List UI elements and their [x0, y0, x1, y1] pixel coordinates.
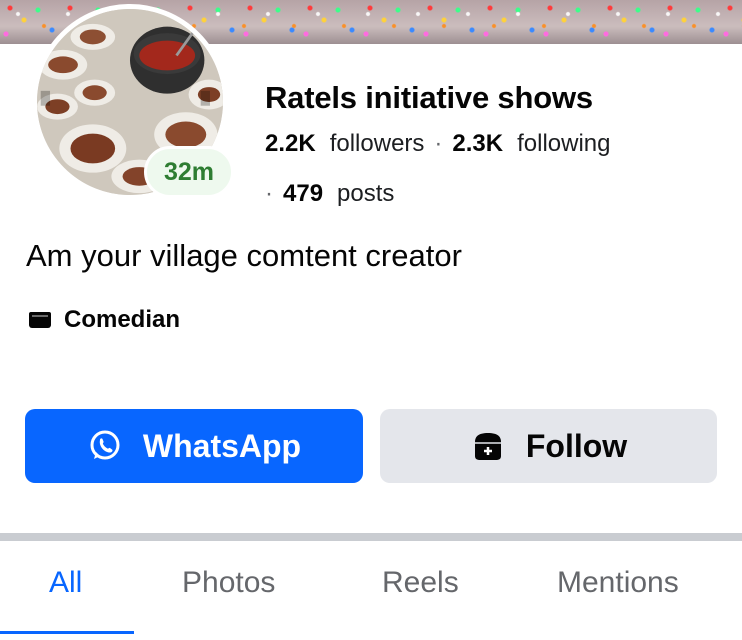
active-tab-indicator — [0, 631, 134, 634]
category-card-icon — [29, 312, 51, 328]
followers-label: followers — [329, 130, 425, 157]
following-count: 2.3K — [452, 130, 504, 157]
followers-count: 2.2K — [265, 130, 316, 157]
posts-label: posts — [337, 180, 395, 207]
follow-label: Follow — [525, 427, 628, 464]
following-label: following — [517, 130, 611, 157]
tab-photos[interactable]: Photos — [182, 566, 275, 600]
followers-link[interactable]: 2.2K followers — [265, 130, 424, 157]
add-follow-icon — [474, 433, 501, 460]
posts-count: 479 — [283, 180, 324, 207]
whatsapp-icon — [90, 430, 120, 460]
post-stats: · 479 posts — [265, 180, 394, 208]
tab-mentions[interactable]: Mentions — [557, 566, 679, 600]
stats-separator: · — [265, 180, 273, 207]
category-label: Comedian — [64, 306, 181, 333]
whatsapp-button[interactable]: WhatsApp — [25, 409, 363, 483]
tab-all[interactable]: All — [49, 566, 82, 600]
section-divider — [0, 533, 742, 541]
profile-name: Ratels initiative shows — [265, 80, 593, 115]
follow-button[interactable]: Follow — [380, 409, 717, 483]
following-link[interactable]: 2.3K following — [452, 130, 610, 157]
whatsapp-label: WhatsApp — [142, 427, 302, 464]
profile-category: Comedian — [28, 306, 180, 334]
tab-reels[interactable]: Reels — [382, 566, 459, 600]
stats-separator: · — [434, 130, 443, 157]
profile-bio: Am your village comtent creator — [26, 238, 462, 273]
story-time-badge: 32m — [144, 146, 234, 198]
follow-stats: 2.2K followers · 2.3K following — [265, 130, 611, 158]
